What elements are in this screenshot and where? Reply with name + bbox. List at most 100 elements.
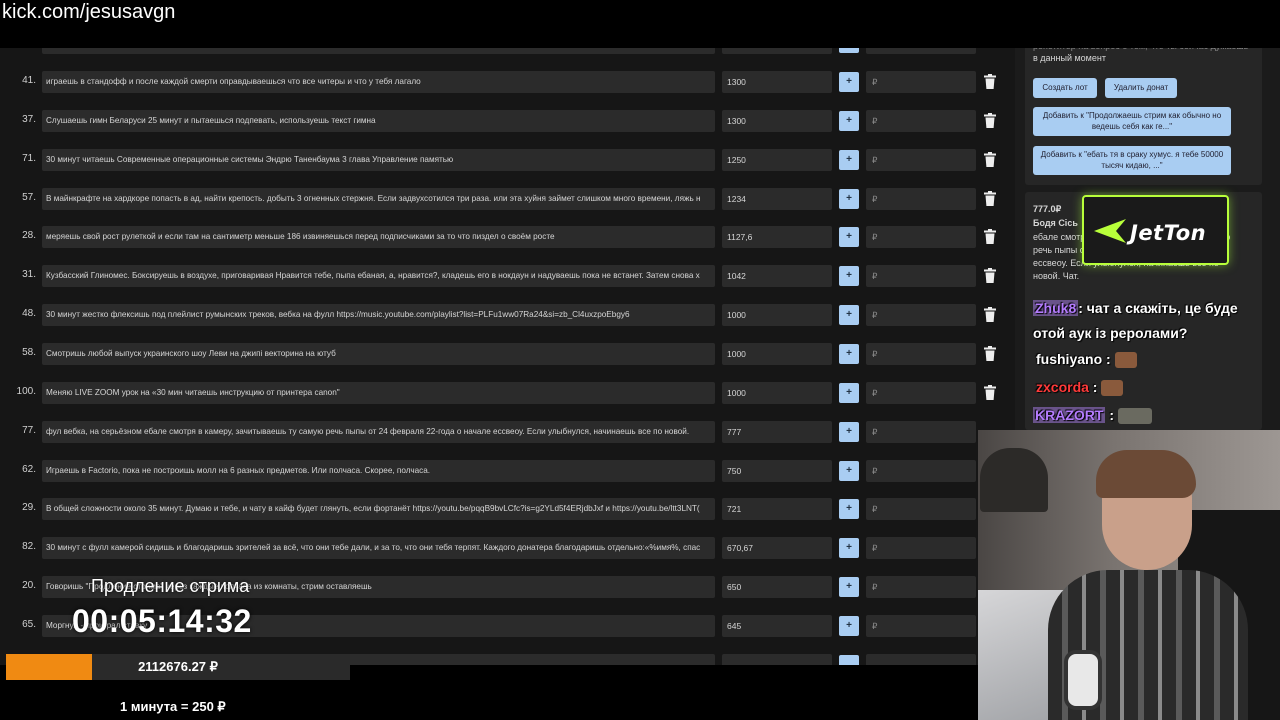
- lot-amount-input[interactable]: 1000: [722, 342, 832, 365]
- emote-icon: [1114, 352, 1137, 369]
- lot-amount-input[interactable]: [722, 653, 832, 665]
- lot-description-input[interactable]: играешь в стандофф и после каждой смерти…: [42, 71, 715, 93]
- table-row: 82. 30 минут с фулл камерой сидишь и благ…: [0, 529, 1015, 568]
- row-number: 77.: [22, 424, 36, 436]
- lot-amount-input[interactable]: 650: [722, 576, 832, 599]
- lot-amount-input[interactable]: 645: [722, 614, 832, 637]
- add-amount-input[interactable]: ₽: [866, 226, 976, 249]
- add-amount-button[interactable]: +: [839, 499, 859, 520]
- add-amount-input[interactable]: ₽: [866, 614, 976, 637]
- lot-description-input[interactable]: Слушаешь гимн Беларуси 25 минут и пытаеш…: [42, 109, 715, 132]
- table-row: 71. 30 минут читаешь Современные операцио…: [0, 141, 1015, 180]
- minute-rate: 1 минута = 250 ₽: [120, 699, 226, 714]
- add-amount-input[interactable]: ₽: [866, 576, 976, 599]
- lot-amount-input[interactable]: 1234: [722, 187, 832, 210]
- add-amount-button[interactable]: +: [839, 227, 859, 248]
- lot-amount-input[interactable]: 1000: [722, 381, 832, 404]
- add-amount-input[interactable]: ₽: [866, 537, 976, 560]
- trash-icon[interactable]: [984, 345, 996, 361]
- add-amount-input[interactable]: ₽: [866, 71, 976, 93]
- trash-icon[interactable]: [984, 74, 996, 89]
- add-amount-button[interactable]: +: [839, 460, 859, 481]
- add-amount-button[interactable]: +: [839, 382, 859, 403]
- chat-text: :: [1105, 407, 1114, 423]
- lot-amount-input[interactable]: 1000: [722, 304, 832, 327]
- add-amount-input[interactable]: ₽: [866, 498, 976, 521]
- add-amount-button[interactable]: +: [839, 577, 859, 598]
- add-amount-button[interactable]: [839, 654, 859, 665]
- lot-description-input[interactable]: меряешь свой рост рулеткой и если там на…: [42, 226, 715, 249]
- lot-amount-input[interactable]: 670,67: [722, 537, 832, 560]
- add-amount-button[interactable]: +: [839, 305, 859, 326]
- lot-description-input[interactable]: Меняю LIVE ZOOM урок на «30 мин читаешь …: [42, 381, 715, 404]
- add-amount-input[interactable]: ₽: [866, 265, 976, 288]
- delete-donat-button[interactable]: Удалить донат: [1105, 78, 1177, 98]
- add-amount-input[interactable]: ₽: [866, 304, 976, 327]
- add-amount-input[interactable]: ₽: [866, 342, 976, 365]
- add-to-lot-button-1[interactable]: Добавить к "Продолжаешь стрим как обычно…: [1033, 107, 1231, 136]
- microphone-shape: [1064, 650, 1102, 710]
- row-number: 48.: [22, 308, 36, 320]
- add-amount-input[interactable]: ₽: [866, 187, 976, 210]
- create-lot-button[interactable]: Создать лот: [1033, 78, 1097, 98]
- webcam-feed: [978, 430, 1280, 720]
- add-amount-button[interactable]: +: [839, 615, 859, 636]
- add-amount-button[interactable]: +: [839, 110, 859, 131]
- trash-icon[interactable]: [984, 229, 996, 245]
- row-number: 20.: [22, 580, 36, 592]
- trash-icon[interactable]: [984, 384, 996, 400]
- add-amount-input[interactable]: ₽: [866, 459, 976, 482]
- table-row: 57. В майнкрафте на хардкоре попасть в ад…: [0, 180, 1015, 219]
- lot-description-input[interactable]: Играешь в Factorio, пока не построишь мо…: [42, 459, 715, 482]
- table-row: 41. играешь в стандофф и после каждой сме…: [0, 63, 1015, 102]
- add-to-lot-button-2[interactable]: Добавить к "ебать тя в сраку хумус. я те…: [1033, 146, 1231, 175]
- row-number: 62.: [22, 463, 36, 475]
- lot-amount-input[interactable]: 1042: [722, 265, 832, 288]
- lot-amount-input[interactable]: 1250: [722, 148, 832, 171]
- lot-description-input[interactable]: фул вебка, на серьёзном ебале смотря в к…: [42, 420, 715, 443]
- row-number: 41.: [22, 75, 36, 86]
- lot-amount-input[interactable]: 1300: [722, 109, 832, 132]
- add-amount-input[interactable]: ₽: [866, 381, 976, 404]
- chat-text: :: [1102, 351, 1111, 367]
- lot-amount-input[interactable]: 1127,6: [722, 226, 832, 249]
- trash-icon[interactable]: [984, 268, 996, 284]
- add-amount-button[interactable]: +: [839, 188, 859, 209]
- lot-amount-input[interactable]: 1300: [722, 71, 832, 93]
- lot-amount-input[interactable]: 777: [722, 420, 832, 443]
- row-number: 37.: [22, 113, 36, 125]
- add-amount-button[interactable]: +: [839, 72, 859, 92]
- lot-description-input[interactable]: В майнкрафте на хардкоре попасть в ад, н…: [42, 187, 715, 210]
- lot-description-input[interactable]: 30 минут жестко флексишь под плейлист ру…: [42, 304, 715, 327]
- channel-url: kick.com/jesusavgn: [2, 1, 176, 23]
- chat-text: :: [1088, 379, 1098, 395]
- trash-icon[interactable]: [984, 151, 996, 167]
- chat-message: zxcorda :: [1036, 379, 1124, 397]
- add-amount-button[interactable]: +: [839, 538, 859, 559]
- add-amount-button[interactable]: +: [839, 266, 859, 287]
- lot-amount-input[interactable]: 721: [722, 498, 832, 521]
- add-amount-button[interactable]: +: [839, 421, 859, 442]
- add-amount-input[interactable]: ₽: [866, 109, 976, 132]
- trash-icon[interactable]: [984, 112, 996, 128]
- table-row: 31. Кузбасский Глиномес. Боксируешь в воз…: [0, 257, 1015, 296]
- lot-description-input[interactable]: Смотришь любой выпуск украинского шоу Ле…: [42, 342, 715, 365]
- jetton-label: JetTon: [1130, 221, 1207, 245]
- add-amount-button[interactable]: +: [839, 343, 859, 364]
- row-number: 65.: [22, 618, 36, 630]
- stream-frame: kick.com/jesusavgn 41. играешь в стандофф…: [0, 0, 1280, 720]
- lot-amount-input[interactable]: 750: [722, 459, 832, 482]
- trash-icon[interactable]: [984, 190, 996, 206]
- lot-description-input[interactable]: 30 минут с фулл камерой сидишь и благода…: [42, 537, 715, 560]
- lot-description-input[interactable]: В общей сложности около 35 минут. Думаю …: [42, 498, 715, 521]
- add-amount-button[interactable]: +: [839, 149, 859, 170]
- add-amount-input[interactable]: [866, 653, 976, 665]
- add-amount-input[interactable]: ₽: [866, 148, 976, 171]
- lot-description-input[interactable]: Кузбасский Глиномес. Боксируешь в воздух…: [42, 265, 715, 288]
- trash-icon[interactable]: [984, 307, 996, 323]
- chat-message: fushiyano :: [1036, 351, 1137, 369]
- add-amount-input[interactable]: ₽: [866, 420, 976, 443]
- lot-description-input[interactable]: 30 минут читаешь Современные операционны…: [42, 148, 715, 171]
- donation-name: Бодя Сісь: [1033, 218, 1078, 228]
- chat-message: отой аук із реролами?: [1033, 325, 1187, 341]
